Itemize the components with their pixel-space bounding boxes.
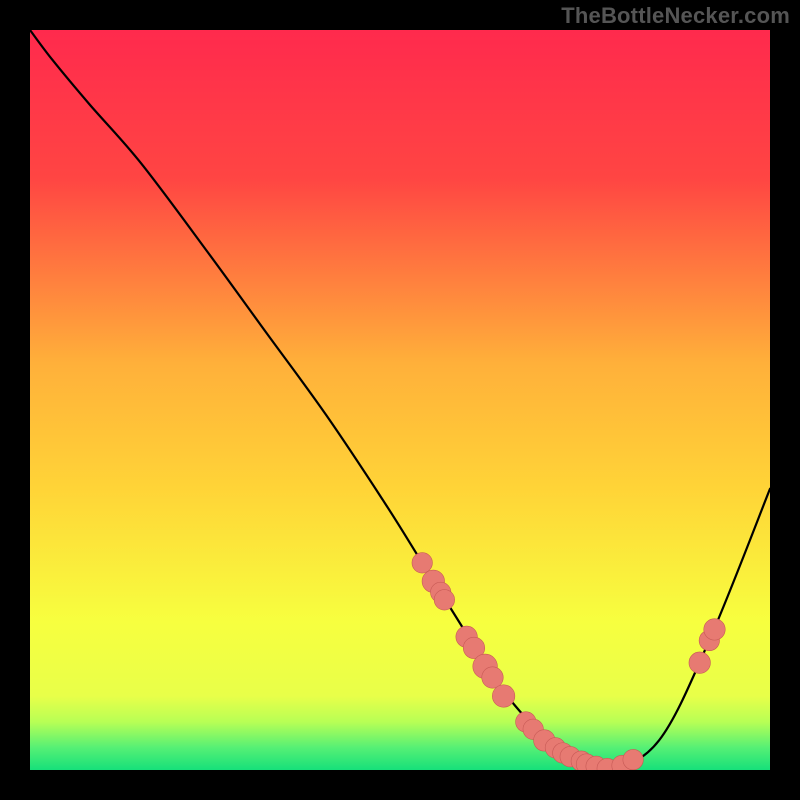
data-marker [689, 652, 710, 673]
chart-frame: TheBottleNecker.com [0, 0, 800, 800]
gradient-background [30, 30, 770, 770]
data-marker [623, 749, 643, 769]
data-marker [704, 619, 725, 640]
data-marker [492, 685, 514, 708]
plot-area [30, 30, 770, 770]
data-marker [482, 667, 503, 688]
chart-svg [30, 30, 770, 770]
data-marker [412, 553, 432, 573]
attribution-label: TheBottleNecker.com [561, 3, 790, 29]
data-marker [434, 590, 454, 610]
